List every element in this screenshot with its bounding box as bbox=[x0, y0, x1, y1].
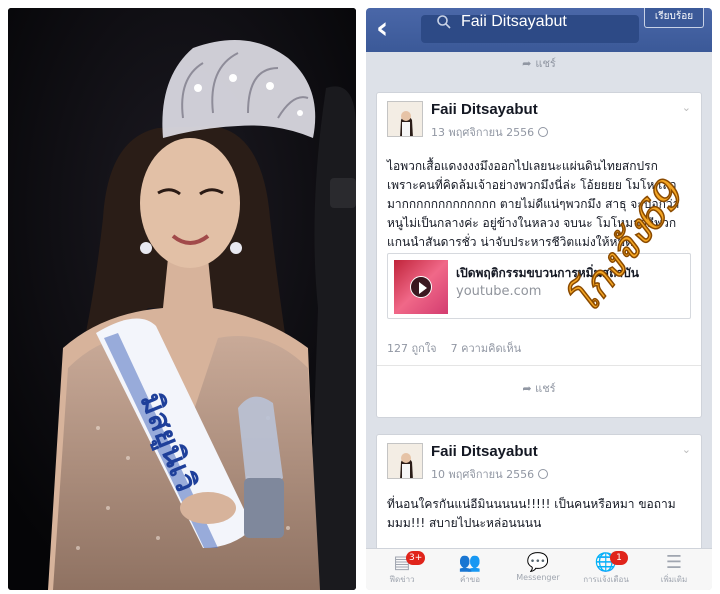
chevron-left-icon[interactable]: ‹ bbox=[376, 14, 402, 44]
link-domain: youtube.com bbox=[456, 284, 542, 299]
share-label: แชร์ bbox=[535, 382, 556, 395]
avatar[interactable] bbox=[387, 101, 423, 137]
comments-count: 7 ความคิดเห็น bbox=[450, 342, 522, 355]
tab-notifications[interactable]: 🌐 การแจ้งเตือน 1 bbox=[576, 551, 636, 589]
globe-icon bbox=[538, 127, 549, 137]
video-thumbnail bbox=[394, 260, 448, 314]
top-navigation-bar: ‹ Faii Ditsayabut เรียบร้อย bbox=[366, 8, 712, 52]
chevron-down-icon[interactable]: ⌄ bbox=[682, 101, 691, 114]
tab-friend-requests[interactable]: 👥 คำขอ bbox=[440, 551, 500, 589]
pageant-photo: มิสยูนิเวิ bbox=[8, 8, 356, 590]
tab-label: คำขอ bbox=[459, 575, 481, 584]
share-label: แชร์ bbox=[535, 57, 556, 70]
share-arrow-icon: ➦ bbox=[522, 57, 532, 70]
post-line: ไอพวกเสื้อแดงงงงมึงออกไปเลยนะแผ่นดินไทยส… bbox=[387, 159, 658, 173]
post-card: Faii Ditsayabut 10 พฤศจิกายน 2556 ⌄ ที่น… bbox=[376, 434, 702, 554]
chevron-down-icon[interactable]: ⌄ bbox=[682, 443, 691, 456]
photo-illustration: มิสยูนิเวิ bbox=[8, 8, 356, 590]
avatar[interactable] bbox=[387, 443, 423, 479]
search-icon bbox=[437, 15, 451, 29]
post-date-text: 10 พฤศจิกายน 2556 bbox=[431, 468, 535, 481]
share-arrow-icon: ➦ bbox=[522, 382, 532, 395]
bottom-tab-bar: ▤ ฟีดข่าว 3+ 👥 คำขอ 💬 Messenger 🌐 การแจ้… bbox=[366, 548, 712, 590]
post-body: ที่นอนใครกันแน่อีมินนนนน!!!!! เป็นคนหรือ… bbox=[387, 495, 676, 533]
tab-label: ฟีดข่าว bbox=[389, 575, 415, 584]
likes-count: 127 ถูกใจ bbox=[387, 342, 437, 355]
tab-messenger[interactable]: 💬 Messenger bbox=[508, 551, 568, 589]
tab-more[interactable]: ☰ เพิ่มเติม bbox=[644, 551, 704, 589]
share-button[interactable]: ➦ แชร์ bbox=[376, 54, 702, 74]
tab-news-feed[interactable]: ▤ ฟีดข่าว 3+ bbox=[372, 551, 432, 589]
friends-icon: 👥 bbox=[458, 552, 482, 573]
notification-badge: 1 bbox=[610, 551, 628, 565]
play-icon bbox=[410, 276, 432, 298]
share-button[interactable]: ➦ แชร์ bbox=[377, 379, 701, 397]
post-author[interactable]: Faii Ditsayabut bbox=[431, 443, 538, 460]
avatar-image bbox=[388, 444, 422, 478]
post-date: 10 พฤศจิกายน 2556 bbox=[431, 465, 549, 483]
post-author[interactable]: Faii Ditsayabut bbox=[431, 101, 538, 118]
globe-icon bbox=[538, 469, 549, 479]
notification-badge: 3+ bbox=[406, 551, 426, 565]
post-stats[interactable]: 127 ถูกใจ 7 ความคิดเห็น bbox=[387, 339, 521, 357]
post-date-text: 13 พฤศจิกายน 2556 bbox=[431, 126, 535, 139]
done-button[interactable]: เรียบร้อย bbox=[644, 8, 704, 28]
post-date: 13 พฤศจิกายน 2556 bbox=[431, 123, 549, 141]
post-line: มมม!!! สบายไปนะหล่อนนนน bbox=[387, 516, 542, 530]
search-query-text: Faii Ditsayabut bbox=[461, 13, 567, 30]
tab-label: เพิ่มเติม bbox=[660, 575, 688, 584]
messenger-icon: 💬 bbox=[526, 552, 550, 573]
avatar-image bbox=[388, 102, 422, 136]
tab-label: การแจ้งเตือน bbox=[583, 575, 629, 584]
tab-label: Messenger bbox=[516, 573, 560, 582]
menu-icon: ☰ bbox=[665, 552, 683, 573]
post-line: ที่นอนใครกันแน่อีมินนนนน!!!!! เป็นคนหรือ… bbox=[387, 497, 676, 511]
